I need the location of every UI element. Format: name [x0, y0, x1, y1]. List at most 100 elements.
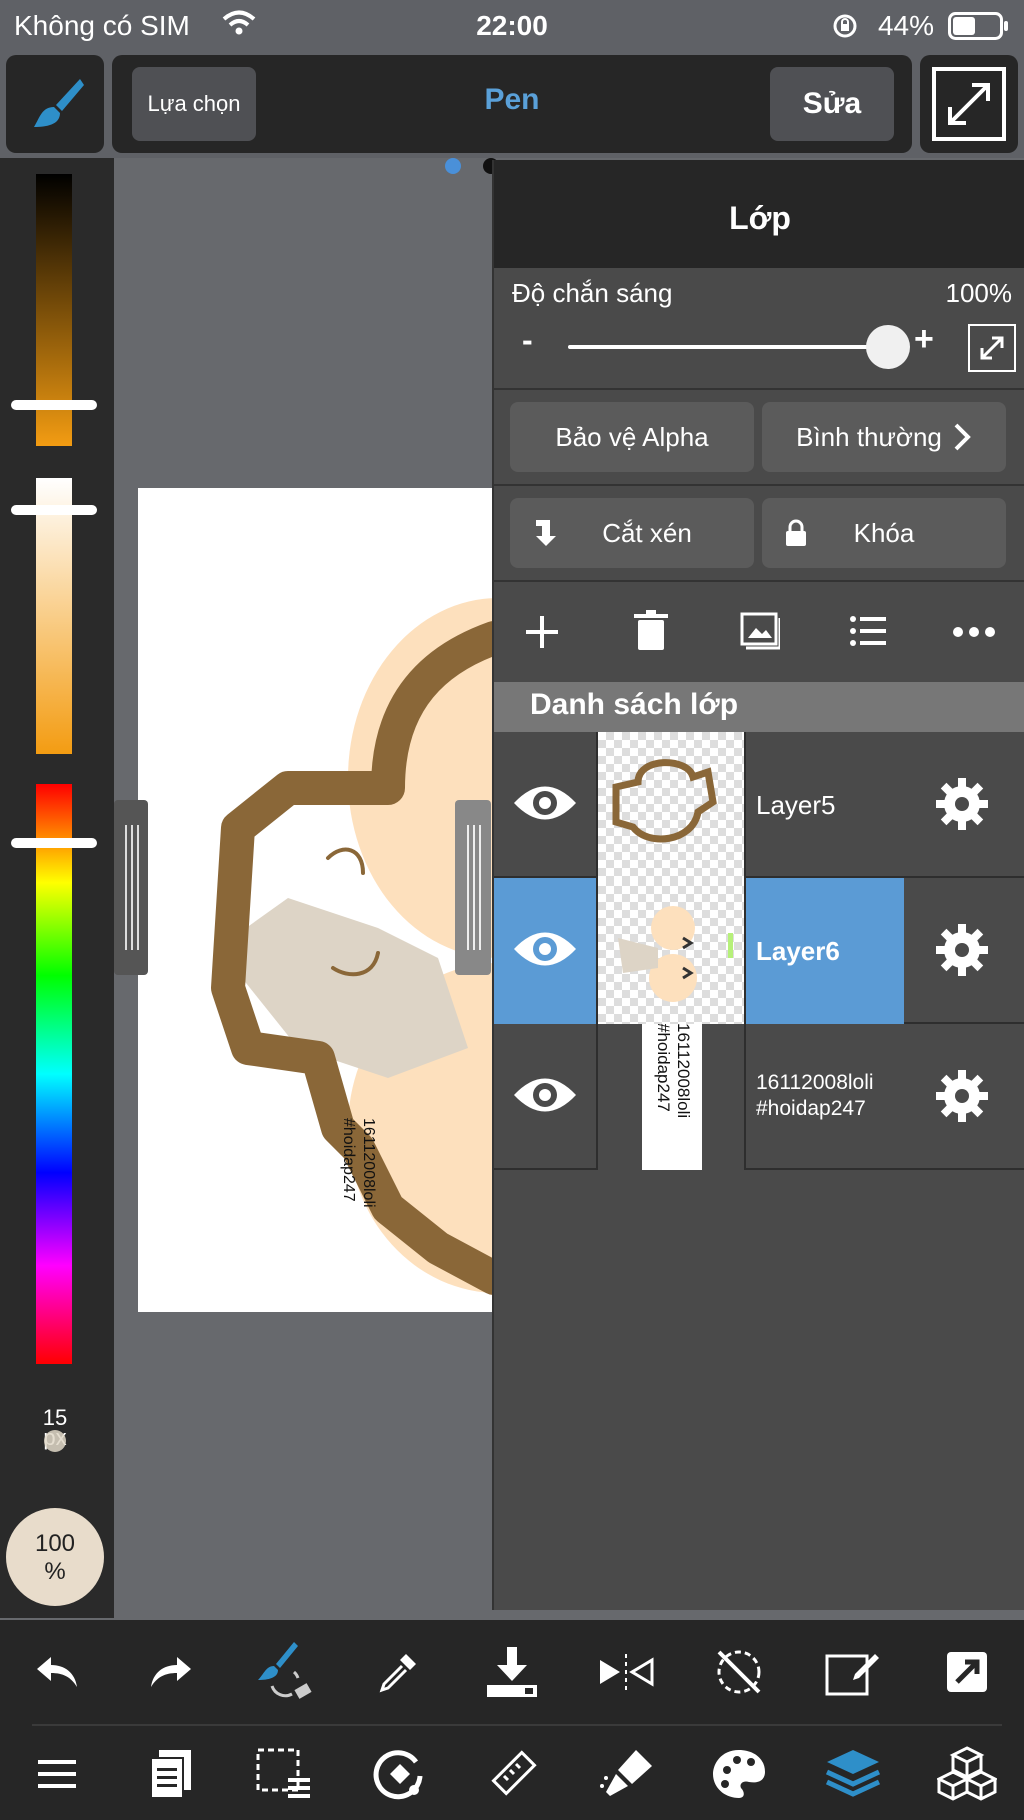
brush-swap-icon[interactable]: [234, 1632, 334, 1712]
trash-icon[interactable]: [634, 610, 668, 652]
ruler-icon[interactable]: [462, 1734, 562, 1814]
image-icon[interactable]: [740, 612, 780, 650]
eye-icon[interactable]: [512, 1070, 578, 1120]
layer-row-layer5[interactable]: Layer5: [494, 732, 1024, 878]
blend-section: Bảo vệ Alpha Bình thường: [494, 390, 1024, 486]
rotate-off-icon[interactable]: [689, 1632, 789, 1712]
hue-slider[interactable]: [36, 784, 72, 1364]
clipping-button[interactable]: Cắt xén: [510, 498, 754, 568]
hue-handle[interactable]: [11, 838, 97, 848]
tool-bar: Lựa chọn Pen Sửa: [112, 55, 912, 153]
flip-icon[interactable]: [576, 1632, 676, 1712]
palette-icon[interactable]: [689, 1734, 789, 1814]
fullscreen-icon: [932, 67, 1006, 141]
brush-button[interactable]: [6, 55, 104, 153]
tool-name[interactable]: Pen: [392, 83, 632, 117]
top-toolbar: Lựa chọn Pen Sửa: [0, 50, 1024, 158]
layer-actions: [494, 582, 1024, 682]
clip-arrow-icon: [536, 520, 556, 546]
layer-row-text[interactable]: 16112008loli #hoidap247 16112008loli #ho…: [494, 1024, 1024, 1170]
thumb-text-line-2: #hoidap247: [654, 1024, 673, 1112]
thumb-text-line-1: 16112008loli: [674, 1024, 693, 1119]
opacity-value: 100%: [945, 278, 1013, 308]
saturation-handle[interactable]: [11, 505, 97, 515]
canvas[interactable]: 16112008loli #hoidap247: [138, 488, 494, 1312]
layer-name: 16112008loli #hoidap247: [756, 1070, 874, 1122]
edit-icon[interactable]: [803, 1632, 903, 1712]
battery-percent: 44%: [877, 10, 934, 41]
left-drawer-handle[interactable]: [114, 800, 148, 975]
eyedropper-icon[interactable]: [348, 1632, 448, 1712]
layer-name-line-1: 16112008loli: [756, 1071, 874, 1094]
layer-thumbnail: [596, 878, 746, 1024]
gear-icon[interactable]: [934, 1068, 990, 1124]
layer-row-layer6[interactable]: Layer6: [494, 878, 1024, 1024]
brush-opacity-unit: %: [44, 1558, 66, 1585]
save-icon[interactable]: [462, 1632, 562, 1712]
brush-size-dot: [44, 1430, 66, 1452]
gear-icon[interactable]: [934, 922, 990, 978]
opacity-section: Độ chắn sáng 100% - +: [494, 268, 1024, 390]
brush-tool-icon[interactable]: [576, 1734, 676, 1814]
clipping-label: Cắt xén: [602, 517, 692, 548]
add-layer-icon[interactable]: [522, 612, 562, 652]
list-icon[interactable]: [850, 614, 886, 648]
layers-panel: Lớp Độ chắn sáng 100% - + Bảo vệ Alpha B…: [492, 160, 1024, 1610]
redo-icon[interactable]: [121, 1632, 221, 1712]
right-drawer-handle[interactable]: [455, 800, 491, 975]
chevron-right-icon: [954, 423, 971, 451]
blend-mode-label: Bình thường: [796, 421, 942, 452]
layer-thumbnail: 16112008loli #hoidap247: [596, 1024, 746, 1170]
battery-icon: [948, 12, 1010, 40]
brightness-handle[interactable]: [11, 400, 97, 410]
blend-mode-button[interactable]: Bình thường: [762, 402, 1006, 472]
undo-icon[interactable]: [7, 1632, 107, 1712]
gear-icon[interactable]: [934, 776, 990, 832]
page-dot-active[interactable]: [445, 158, 461, 174]
opacity-expand-button[interactable]: [968, 324, 1016, 372]
opacity-plus-button[interactable]: +: [914, 320, 934, 359]
opacity-slider-knob[interactable]: [866, 325, 910, 369]
rotation-lock-icon: [832, 13, 858, 39]
bottom-toolbar: [0, 1620, 1024, 1820]
layer-list-title: Danh sách lớp: [530, 688, 739, 721]
select-button[interactable]: Lựa chọn: [132, 67, 256, 141]
saturation-slider[interactable]: [36, 478, 72, 754]
brush-opacity-value: 100: [34, 1530, 76, 1557]
pages-icon[interactable]: [121, 1734, 221, 1814]
watermark-line-2: #hoidap247: [340, 1118, 357, 1202]
alpha-protect-button[interactable]: Bảo vệ Alpha: [510, 402, 754, 472]
brush-icon: [28, 75, 86, 133]
canvas-drawing: [211, 598, 494, 1295]
watermark-line-1: 16112008loli: [360, 1118, 377, 1208]
more-icon[interactable]: [952, 626, 996, 638]
tool-row-2: [0, 1734, 1024, 1814]
color-panel: 15 px 100 %: [0, 158, 114, 1618]
layer-name-line-2: #hoidap247: [756, 1097, 866, 1120]
clip-lock-section: Cắt xén Khóa: [494, 486, 1024, 582]
opacity-slider[interactable]: [568, 325, 910, 369]
layers-title: Lớp: [729, 200, 791, 236]
eye-icon[interactable]: [512, 924, 578, 974]
eye-icon[interactable]: [512, 778, 578, 828]
transform-icon[interactable]: [348, 1734, 448, 1814]
share-icon[interactable]: [917, 1632, 1017, 1712]
clock: 22:00: [476, 10, 548, 41]
opacity-minus-button[interactable]: -: [522, 322, 533, 359]
lock-label: Khóa: [853, 517, 915, 548]
opacity-button[interactable]: 100 %: [6, 1508, 104, 1606]
layer-name: Layer5: [756, 790, 836, 820]
expand-icon: [980, 336, 1004, 360]
layer-list-header: Danh sách lớp: [494, 682, 1024, 732]
materials-icon[interactable]: [917, 1734, 1017, 1814]
fullscreen-button[interactable]: [920, 55, 1018, 153]
opacity-label: Độ chắn sáng: [512, 278, 673, 308]
edit-button[interactable]: Sửa: [770, 67, 894, 141]
selection-icon[interactable]: [234, 1734, 334, 1814]
status-bar: Không có SIM 22:00 44%: [0, 0, 1024, 50]
lock-button[interactable]: Khóa: [762, 498, 1006, 568]
menu-icon[interactable]: [7, 1734, 107, 1814]
layers-icon[interactable]: [803, 1734, 903, 1814]
layer-thumbnail: [596, 732, 746, 878]
toolbar-divider: [32, 1724, 1002, 1726]
